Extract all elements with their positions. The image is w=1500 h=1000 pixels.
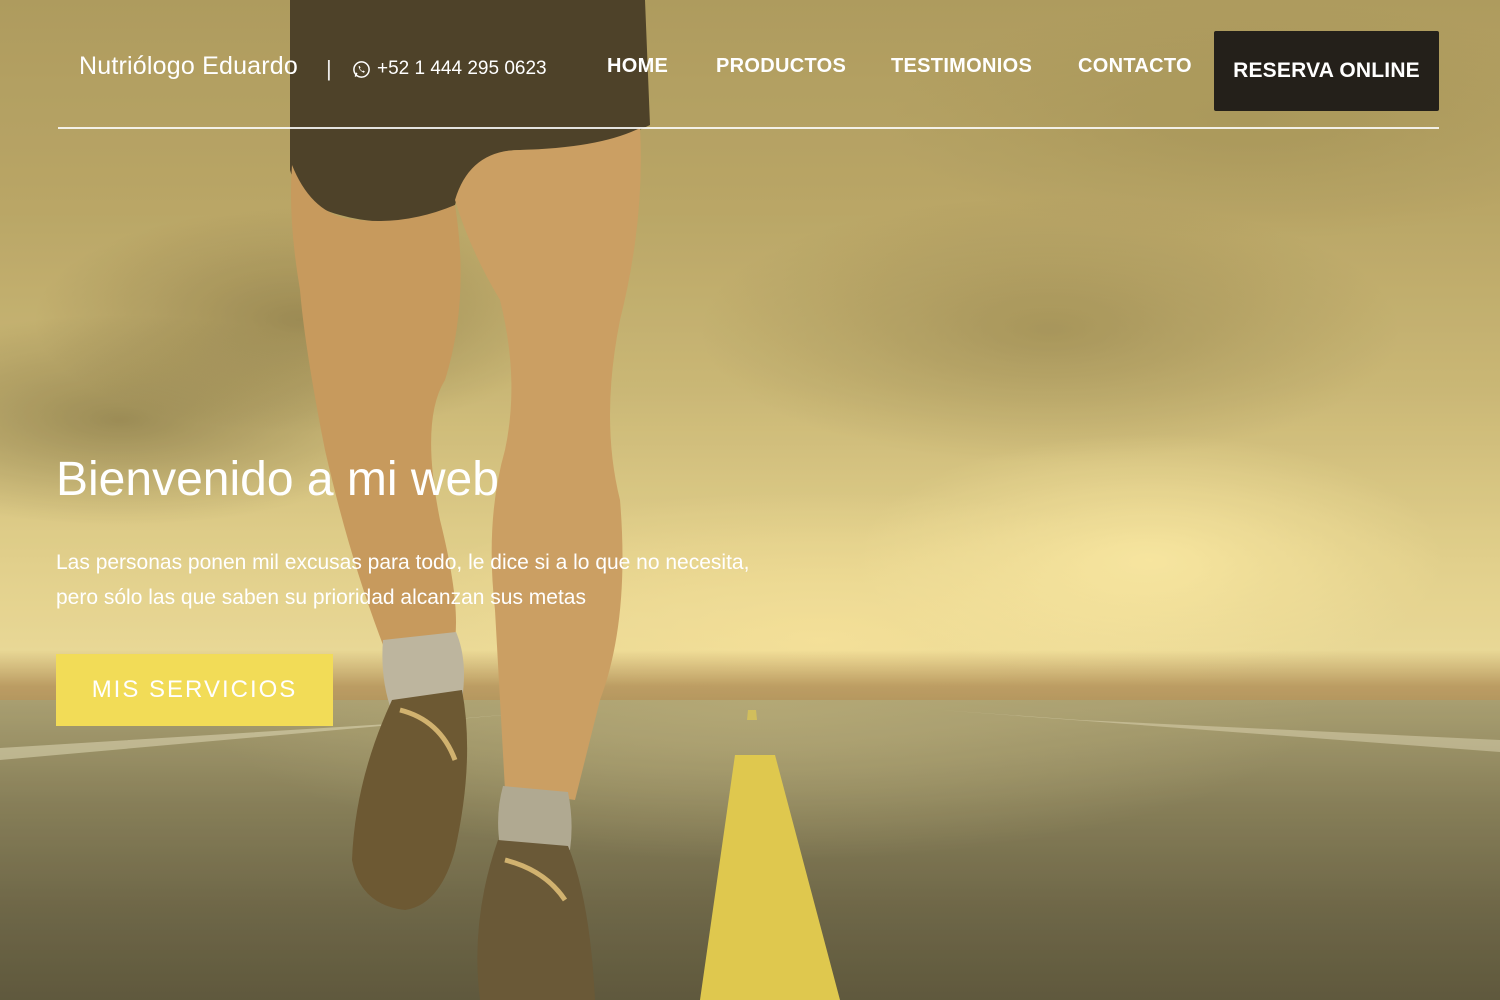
- whatsapp-icon: [353, 60, 370, 78]
- phone-number: +52 1 444 295 0623: [377, 58, 547, 79]
- site-brand[interactable]: Nutriólogo Eduardo: [79, 52, 298, 81]
- nav-productos[interactable]: PRODUCTOS: [716, 55, 846, 78]
- hero-description-line-1: Las personas ponen mil excusas para todo…: [56, 551, 750, 574]
- reserve-online-button[interactable]: RESERVA ONLINE: [1214, 31, 1439, 111]
- services-button[interactable]: MIS SERVICIOS: [56, 654, 333, 726]
- nav-home[interactable]: HOME: [607, 55, 668, 78]
- nav-contacto[interactable]: CONTACTO: [1078, 55, 1192, 78]
- hero-title: Bienvenido a mi web: [56, 453, 499, 506]
- header-divider: [58, 127, 1439, 129]
- phone-contact[interactable]: +52 1 444 295 0623: [352, 58, 547, 80]
- hero-section: Nutriólogo Eduardo | +52 1 444 295 0623 …: [0, 0, 1500, 1000]
- header-separator: |: [326, 56, 332, 81]
- nav-testimonios[interactable]: TESTIMONIOS: [891, 55, 1032, 78]
- hero-description-line-2: pero sólo las que saben su prioridad alc…: [56, 586, 586, 609]
- hero-description: Las personas ponen mil excusas para todo…: [56, 545, 796, 615]
